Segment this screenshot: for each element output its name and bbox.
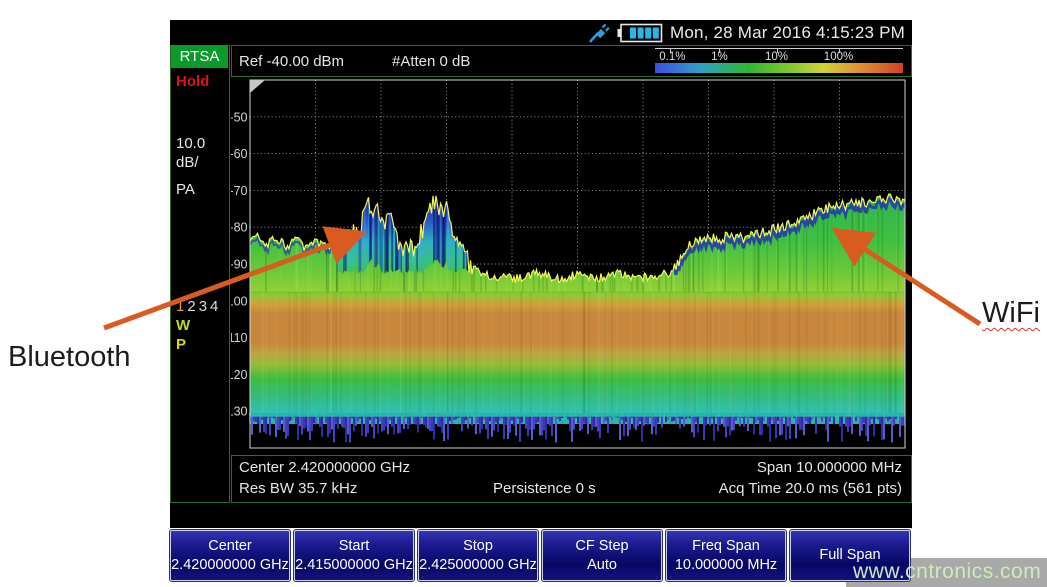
y-axis-label: -90: [231, 258, 248, 272]
left-sidebar: RTSA Hold 10.0 dB/ PA 1234 W P: [170, 45, 230, 503]
detector-indicator: P: [176, 336, 186, 353]
colorbar-label: 100%: [824, 51, 853, 63]
scale-value: 10.0: [176, 135, 205, 152]
y-axis-label: -130: [231, 405, 248, 419]
trace-digit: 1: [176, 298, 187, 315]
trace-digit: 3: [199, 298, 210, 315]
persistence-text: Persistence 0 s: [493, 480, 596, 497]
softkey-value: 2.415000000 GHz: [295, 556, 413, 575]
softkey-value: 2.425000000 GHz: [419, 556, 537, 575]
softkey-start[interactable]: Start 2.415000000 GHz: [294, 530, 414, 581]
hold-indicator: Hold: [176, 73, 209, 90]
softkey-value: 10.000000 MHz: [675, 556, 777, 575]
softkey-cf-step[interactable]: CF Step Auto: [542, 530, 662, 581]
acqtime-text: Acq Time 20.0 ms (561 pts): [719, 480, 902, 497]
status-bar: Mon, 28 Mar 2016 4:15:23 PM: [170, 20, 912, 45]
span-text: Span 10.000000 MHz: [757, 459, 902, 476]
bluetooth-annotation: Bluetooth: [8, 341, 131, 374]
y-axis-label: -60: [231, 147, 248, 161]
y-axis-label: -100: [231, 294, 248, 308]
wifi-annotation: WiFi: [982, 297, 1040, 330]
battery-icon: [617, 23, 663, 43]
softkey-center[interactable]: Center 2.420000000 GHz: [170, 530, 290, 581]
preamp-indicator: PA: [176, 181, 195, 198]
colorbar-label: 1%: [711, 51, 728, 63]
page: Mon, 28 Mar 2016 4:15:23 PM RTSA Hold 10…: [0, 0, 1047, 587]
softkey-label: Start: [339, 537, 370, 556]
softkey-freq-span[interactable]: Freq Span 10.000000 MHz: [666, 530, 786, 581]
softkey-stop[interactable]: Stop 2.425000000 GHz: [418, 530, 538, 581]
softkey-bar: Center 2.420000000 GHz Start 2.415000000…: [170, 530, 910, 581]
measurement-header: Ref -40.00 dBm #Atten 0 dB 0.1% 1% 10% 1…: [231, 45, 912, 77]
softkey-label: CF Step: [575, 537, 628, 556]
scale-unit: dB/: [176, 154, 199, 171]
y-axis-label: -110: [231, 331, 248, 345]
atten-text: #Atten 0 dB: [392, 53, 470, 70]
watermark-text: www.cntronics.com: [853, 560, 1041, 584]
trace-digit: 4: [210, 298, 221, 315]
clock-text: Mon, 28 Mar 2016 4:15:23 PM: [670, 23, 905, 43]
y-axis-label: -80: [231, 221, 248, 235]
colorbar-label: 0.1%: [659, 51, 685, 63]
plot-area: -50 -60 -70 -80 -90 -100 -110 -120 -130: [231, 77, 912, 455]
trace-mode-indicator: W: [176, 317, 190, 334]
softkey-label: Center: [208, 537, 252, 556]
softkey-label: Freq Span: [692, 537, 760, 556]
trace-numbers: 1234: [176, 298, 221, 315]
y-axis-label: -120: [231, 368, 248, 382]
y-axis-label: -70: [231, 184, 248, 198]
annotation-footer: Center 2.420000000 GHz Span 10.000000 MH…: [231, 455, 912, 503]
y-axis-label: -50: [231, 110, 248, 124]
resbw-text: Res BW 35.7 kHz: [239, 480, 357, 497]
density-colorbar: 0.1% 1% 10% 100%: [655, 48, 903, 75]
softkey-value: Auto: [587, 556, 617, 575]
ac-power-icon: [588, 22, 610, 44]
softkey-value: 2.420000000 GHz: [171, 556, 289, 575]
mode-badge: RTSA: [171, 45, 228, 68]
spectrum-svg: -50 -60 -70 -80 -90 -100 -110 -120 -130: [231, 77, 912, 455]
softkey-label: Stop: [463, 537, 493, 556]
ref-level-text: Ref -40.00 dBm: [239, 53, 344, 70]
trace-digit: 2: [187, 298, 198, 315]
instrument-screen: Mon, 28 Mar 2016 4:15:23 PM RTSA Hold 10…: [170, 20, 912, 528]
colorbar-gradient: [655, 63, 903, 73]
center-freq-text: Center 2.420000000 GHz: [239, 459, 410, 476]
colorbar-label: 10%: [765, 51, 788, 63]
